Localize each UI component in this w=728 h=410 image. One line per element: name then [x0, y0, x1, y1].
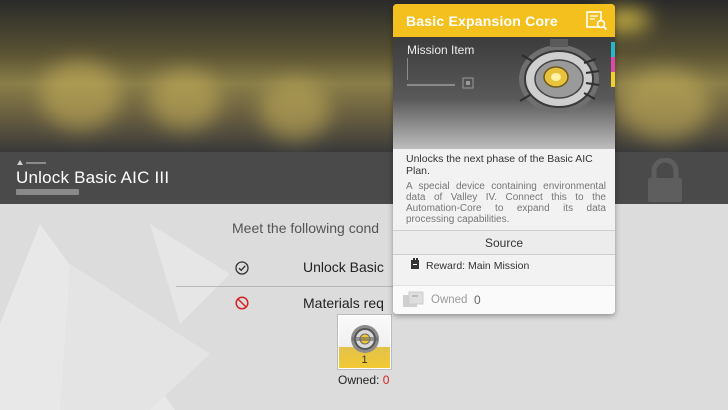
mission-source-icon [411, 258, 419, 269]
bg-blob [620, 70, 710, 140]
condition-materials-label: Materials req [303, 295, 384, 311]
item-description: Unlocks the next phase of the Basic AIC … [406, 153, 593, 177]
check-circle-icon [235, 261, 249, 275]
material-count: 1 [361, 354, 368, 366]
title-tag [16, 189, 79, 195]
inventory-icon [403, 291, 424, 307]
bg-blob [150, 70, 220, 130]
bg-blob [40, 60, 120, 130]
rarity-color-strip [611, 42, 615, 87]
tooltip-owned-box [393, 285, 615, 314]
page-title: Unlock Basic AIC III [16, 168, 170, 187]
item-type-label: Mission Item [407, 43, 475, 57]
search-doc-icon[interactable] [586, 11, 608, 31]
barcode-deco [407, 58, 474, 89]
condition-unlock-label: Unlock Basic [303, 259, 384, 275]
tooltip-title: Basic Expansion Core [406, 13, 558, 29]
bg-blob [260, 80, 330, 140]
tooltip-owned-value: 0 [474, 293, 481, 307]
conditions-intro: Meet the following cond [232, 220, 380, 236]
faction-logo-icon [17, 160, 46, 165]
expansion-core-art [519, 39, 600, 113]
material-owned-label: Owned: [338, 373, 380, 387]
material-owned: Owned: 0 [338, 373, 389, 387]
material-owned-value: 0 [382, 373, 390, 387]
ban-icon [235, 296, 249, 310]
item-lore: A special device containing environmenta… [406, 181, 606, 225]
lock-icon [648, 158, 682, 202]
material-slot[interactable]: 1 [338, 315, 391, 369]
tooltip-owned-label: Owned [431, 294, 468, 306]
background-banner [0, 0, 728, 152]
expansion-core-icon [351, 325, 379, 353]
source-entry[interactable]: Reward: Main Mission [426, 260, 529, 272]
source-heading: Source [393, 230, 615, 255]
